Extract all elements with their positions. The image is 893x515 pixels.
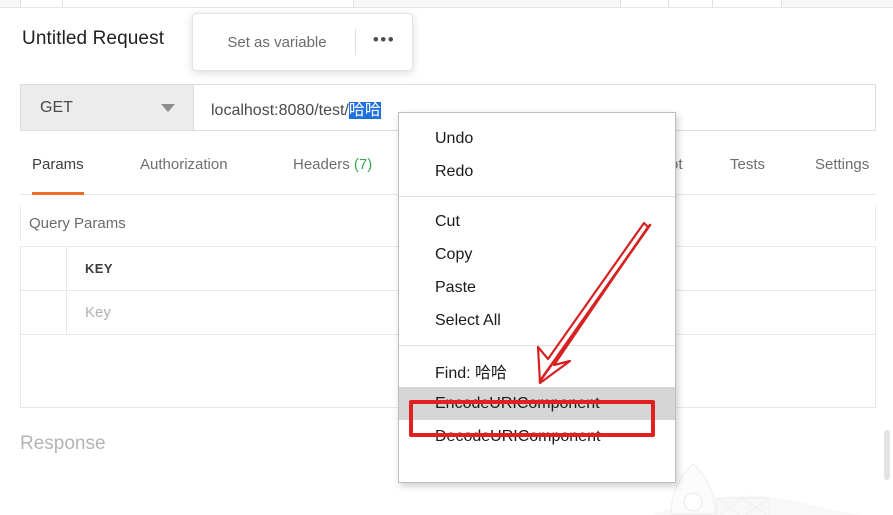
menu-separator (399, 345, 675, 346)
http-method-label: GET (40, 98, 73, 116)
menu-item-undo[interactable]: Undo (399, 122, 675, 155)
menu-item-copy[interactable]: Copy (399, 238, 675, 271)
top-strip-segment (620, 0, 670, 7)
url-text-selection: 哈哈 (348, 101, 381, 119)
tab-params[interactable]: Params (32, 156, 84, 195)
top-strip-segment (62, 0, 354, 7)
set-as-variable-button[interactable]: Set as variable (193, 34, 355, 51)
response-section-label: Response (20, 433, 106, 454)
top-strip-segment (712, 0, 782, 7)
menu-item-redo[interactable]: Redo (399, 155, 675, 188)
set-as-variable-popover[interactable]: Set as variable ••• (192, 13, 413, 71)
url-text-prefix: localhost:8080/test/ (211, 101, 349, 119)
tab-label: Headers (293, 156, 350, 173)
menu-item-find[interactable]: Find: 哈哈 (399, 354, 675, 387)
top-strip-segment (668, 0, 714, 7)
row-checkbox-cell[interactable] (21, 291, 67, 334)
menu-item-encode-uri-component[interactable]: EncodeURIComponent (399, 387, 675, 420)
tab-label: Authorization (140, 156, 228, 173)
tab-label: Params (32, 156, 84, 173)
chevron-down-icon[interactable] (161, 104, 175, 112)
context-menu[interactable]: Undo Redo Cut Copy Paste Select All Find… (398, 112, 676, 483)
tab-authorization[interactable]: Authorization (140, 156, 228, 194)
select-all-checkbox-cell[interactable] (21, 247, 67, 290)
menu-item-decode-uri-component[interactable]: DecodeURIComponent (399, 420, 675, 453)
top-strip-segment (20, 0, 64, 7)
tab-settings[interactable]: Settings (815, 156, 869, 194)
request-title-row: Untitled Request (0, 8, 893, 70)
tab-headers[interactable]: Headers (7) (293, 156, 372, 194)
menu-separator (399, 196, 675, 197)
http-method-select[interactable]: GET (20, 84, 193, 131)
tab-tests[interactable]: Tests (730, 156, 765, 194)
url-text: localhost:8080/test/哈哈 (211, 96, 381, 120)
page-title: Untitled Request (22, 28, 165, 49)
response-scrollbar[interactable] (884, 430, 890, 480)
more-options-icon[interactable]: ••• (356, 31, 412, 53)
menu-item-select-all[interactable]: Select All (399, 304, 675, 337)
postman-request-editor: Untitled Request Set as variable ••• GET… (0, 0, 893, 515)
tab-label: Tests (730, 156, 766, 173)
menu-item-cut[interactable]: Cut (399, 205, 675, 238)
top-tab-strip (0, 0, 893, 8)
tab-label: Settings (815, 156, 870, 173)
tab-count-badge: (7) (353, 156, 373, 173)
rocket-illustration (655, 463, 860, 515)
menu-item-paste[interactable]: Paste (399, 271, 675, 304)
